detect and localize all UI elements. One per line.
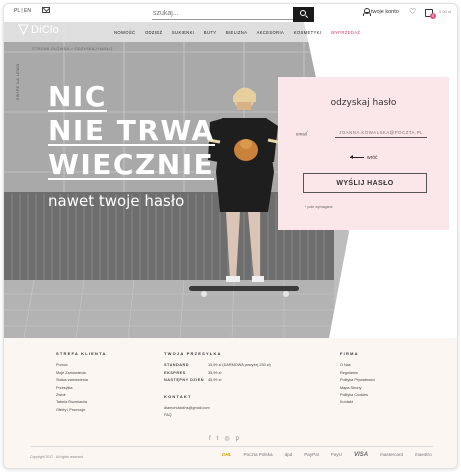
email-label: email* bbox=[296, 130, 308, 137]
shipping-row: NASTĘPNY DZIEŃ 45,99 zł bbox=[164, 378, 222, 383]
footer-link[interactable]: Polityka Cookies bbox=[340, 392, 375, 399]
nav-item-sukienki[interactable]: SUKIENKI bbox=[172, 30, 194, 35]
required-note: * pole wymagane bbox=[305, 205, 333, 209]
footer-link[interactable]: Przesyłka bbox=[56, 385, 107, 392]
maestro-logo: maestro bbox=[415, 452, 432, 457]
recover-password-panel: odzyskaj hasło email* wróć WYŚLIJ HASŁO … bbox=[278, 77, 449, 230]
search-icon bbox=[300, 10, 306, 16]
nav-item-wyprzedaz[interactable]: WYPRZEDAŻ bbox=[331, 30, 360, 35]
send-password-button[interactable]: WYŚLIJ HASŁO bbox=[303, 173, 427, 193]
headline-line-3: WIECZNIE bbox=[48, 148, 215, 181]
user-icon bbox=[363, 8, 371, 16]
poczta-polska-logo: Poczta Polska bbox=[243, 452, 273, 457]
headline-line-2: NIE TRWA bbox=[48, 114, 215, 147]
mail-icon[interactable] bbox=[42, 7, 50, 13]
scroll-hint: SWIPE NA LEWO bbox=[16, 63, 20, 100]
footer-company: FIRMA O Nas Regulamin Polityka Prywatnoś… bbox=[340, 350, 375, 407]
footer-link[interactable]: Pomoc bbox=[56, 362, 107, 369]
top-bar: PL | EN twoje konto ♡ 0 0,00 zł bbox=[4, 4, 457, 22]
cart-count-badge: 0 bbox=[430, 13, 436, 19]
footer-heading: KONTAKT bbox=[164, 393, 192, 399]
copyright: Copyright 2017 - All rights reserved bbox=[30, 455, 83, 459]
shipping-row: STANDARD 15,99 zł (DARMOWA powyżej 250 zł… bbox=[164, 363, 271, 368]
headline-line-1: NIC bbox=[48, 80, 107, 113]
footer-link[interactable]: Mapa Strony bbox=[340, 385, 375, 392]
paypal-logo: PayPal bbox=[304, 452, 319, 457]
breadcrumb[interactable]: STRONA GŁÓWNA > ODZYSKAJ HASŁO bbox=[32, 47, 113, 51]
nav-item-buty[interactable]: BUTY bbox=[204, 30, 217, 35]
footer-client-zone: STREFA KLIENTA Pomoc Moje Zamówienia Sta… bbox=[56, 350, 107, 414]
email-field[interactable] bbox=[335, 128, 427, 138]
hero-section: DiClo NOWOŚĆ ODZIEŻ SUKIENKI BUTY BIELIZ… bbox=[4, 22, 457, 338]
heart-icon[interactable]: ♡ bbox=[409, 8, 416, 16]
footer-link[interactable]: Regulamin bbox=[340, 370, 375, 377]
language-switch[interactable]: PL | EN bbox=[14, 8, 31, 14]
hero-headline: NIC NIE TRWA WIECZNIE bbox=[48, 80, 215, 182]
footer-link[interactable]: Oferty i Promocje bbox=[56, 407, 107, 414]
search-bar bbox=[152, 7, 314, 22]
footer-heading: TWOJA PRZESYŁKA bbox=[164, 351, 222, 356]
cart-button[interactable]: 0 bbox=[425, 7, 436, 19]
social-links: ft◎p bbox=[209, 435, 245, 442]
faq-link[interactable]: FAQ bbox=[164, 412, 271, 419]
logo-mark-icon bbox=[18, 24, 29, 35]
footer-shipping: TWOJA PRZESYŁKA STANDARD 15,99 zł (DARMOW… bbox=[164, 350, 271, 420]
footer-link[interactable]: Moje Zamówienia bbox=[56, 370, 107, 377]
nav-item-odziez[interactable]: ODZIEŻ bbox=[145, 30, 162, 35]
partner-logos: DHL Poczta Polska dpd PayPal PayU VISA masterc… bbox=[222, 452, 444, 458]
back-link[interactable]: wróć bbox=[350, 155, 378, 161]
account-link[interactable]: twoje konto bbox=[363, 8, 399, 16]
nav-item-kosmetyki[interactable]: KOSMETYKI bbox=[294, 30, 322, 35]
site-logo[interactable]: DiClo bbox=[18, 24, 59, 37]
footer-link[interactable]: Zwrot bbox=[56, 392, 107, 399]
footer-link[interactable]: Kontakt bbox=[340, 399, 375, 406]
cart-value: 0,00 zł bbox=[439, 9, 451, 14]
pinterest-icon[interactable]: p bbox=[236, 436, 245, 442]
instagram-icon[interactable]: ◎ bbox=[224, 436, 235, 442]
facebook-icon[interactable]: f bbox=[209, 436, 217, 442]
payu-logo: PayU bbox=[330, 452, 343, 457]
hero-subhead: nawet twoje hasło bbox=[48, 192, 185, 210]
search-button[interactable] bbox=[293, 7, 314, 22]
nav-item-bielizna[interactable]: BIELIZNA bbox=[226, 30, 247, 35]
contact-email[interactable]: diamondcloths@gmail.com bbox=[164, 405, 271, 412]
form-title: odzyskaj hasło bbox=[330, 98, 397, 108]
dhl-logo: DHL bbox=[222, 452, 232, 457]
footer-link[interactable]: O Nas bbox=[340, 362, 375, 369]
footer-heading: STREFA KLIENTA bbox=[56, 351, 107, 356]
footer-link[interactable]: Tabela Rozmiarów bbox=[56, 399, 107, 406]
account-label: twoje konto bbox=[371, 8, 399, 15]
shipping-row: EKSPRES 35,99 zł bbox=[164, 370, 222, 375]
search-input[interactable] bbox=[152, 8, 294, 20]
footer-link[interactable]: Polityka Prywatności bbox=[340, 377, 375, 384]
arrow-left-icon bbox=[350, 155, 364, 160]
visa-logo: VISA bbox=[354, 452, 369, 458]
logo-text: DiClo bbox=[31, 24, 59, 36]
main-nav: NOWOŚĆ ODZIEŻ SUKIENKI BUTY BIELIZNA AKC… bbox=[114, 30, 368, 35]
footer-link[interactable]: Status zamówienia bbox=[56, 377, 107, 384]
dpd-logo: dpd bbox=[284, 452, 293, 457]
nav-item-nowosc[interactable]: NOWOŚĆ bbox=[114, 30, 135, 35]
mastercard-logo: mastercard bbox=[380, 452, 404, 457]
nav-item-akcesoria[interactable]: AKCESORIA bbox=[257, 30, 285, 35]
site-footer: STREFA KLIENTA Pomoc Moje Zamówienia Sta… bbox=[4, 338, 457, 468]
footer-divider bbox=[30, 446, 433, 447]
browser-frame: PL | EN twoje konto ♡ 0 0,00 zł bbox=[3, 3, 458, 469]
footer-heading: FIRMA bbox=[340, 351, 359, 356]
